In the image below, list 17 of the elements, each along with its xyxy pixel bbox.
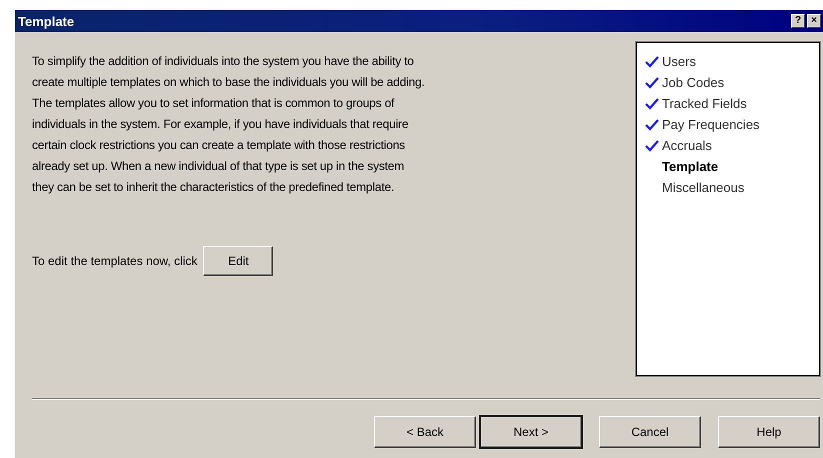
edit-button[interactable]: Edit	[203, 246, 274, 276]
edit-prompt: To edit the templates now, click	[32, 254, 198, 268]
description-paragraph: To simplify the addition of individuals into the system you have the ability to create multiple templates on which to base the individuals you will be adding. The templates allow you to set information that is common to groups of individuals in the system. For example, if you have individuals that require certain clock restrictions you can create a template with those restrictions already set up. When a new individual of that type is set up in the system they can be set to inherit the characteristics of the predefined template.	[32, 53, 426, 196]
step-label: Job Codes	[662, 75, 724, 90]
wizard-button[interactable]: Next >	[480, 416, 582, 448]
step-label: Template	[662, 159, 718, 174]
step-label: Miscellaneous	[662, 180, 744, 195]
step-label: Accruals	[662, 138, 712, 153]
close-button[interactable]: ×	[807, 14, 821, 28]
wizard-button[interactable]: Help	[718, 416, 820, 448]
step-label: Pay Frequencies	[662, 117, 760, 132]
help-button[interactable]: ?	[791, 14, 805, 28]
wizard-button[interactable]: < Back	[374, 416, 476, 448]
step-label: Users	[662, 54, 696, 69]
window-title: Template	[18, 14, 74, 28]
wizard-button[interactable]: Cancel	[599, 416, 701, 448]
step-label: Tracked Fields	[662, 96, 747, 111]
